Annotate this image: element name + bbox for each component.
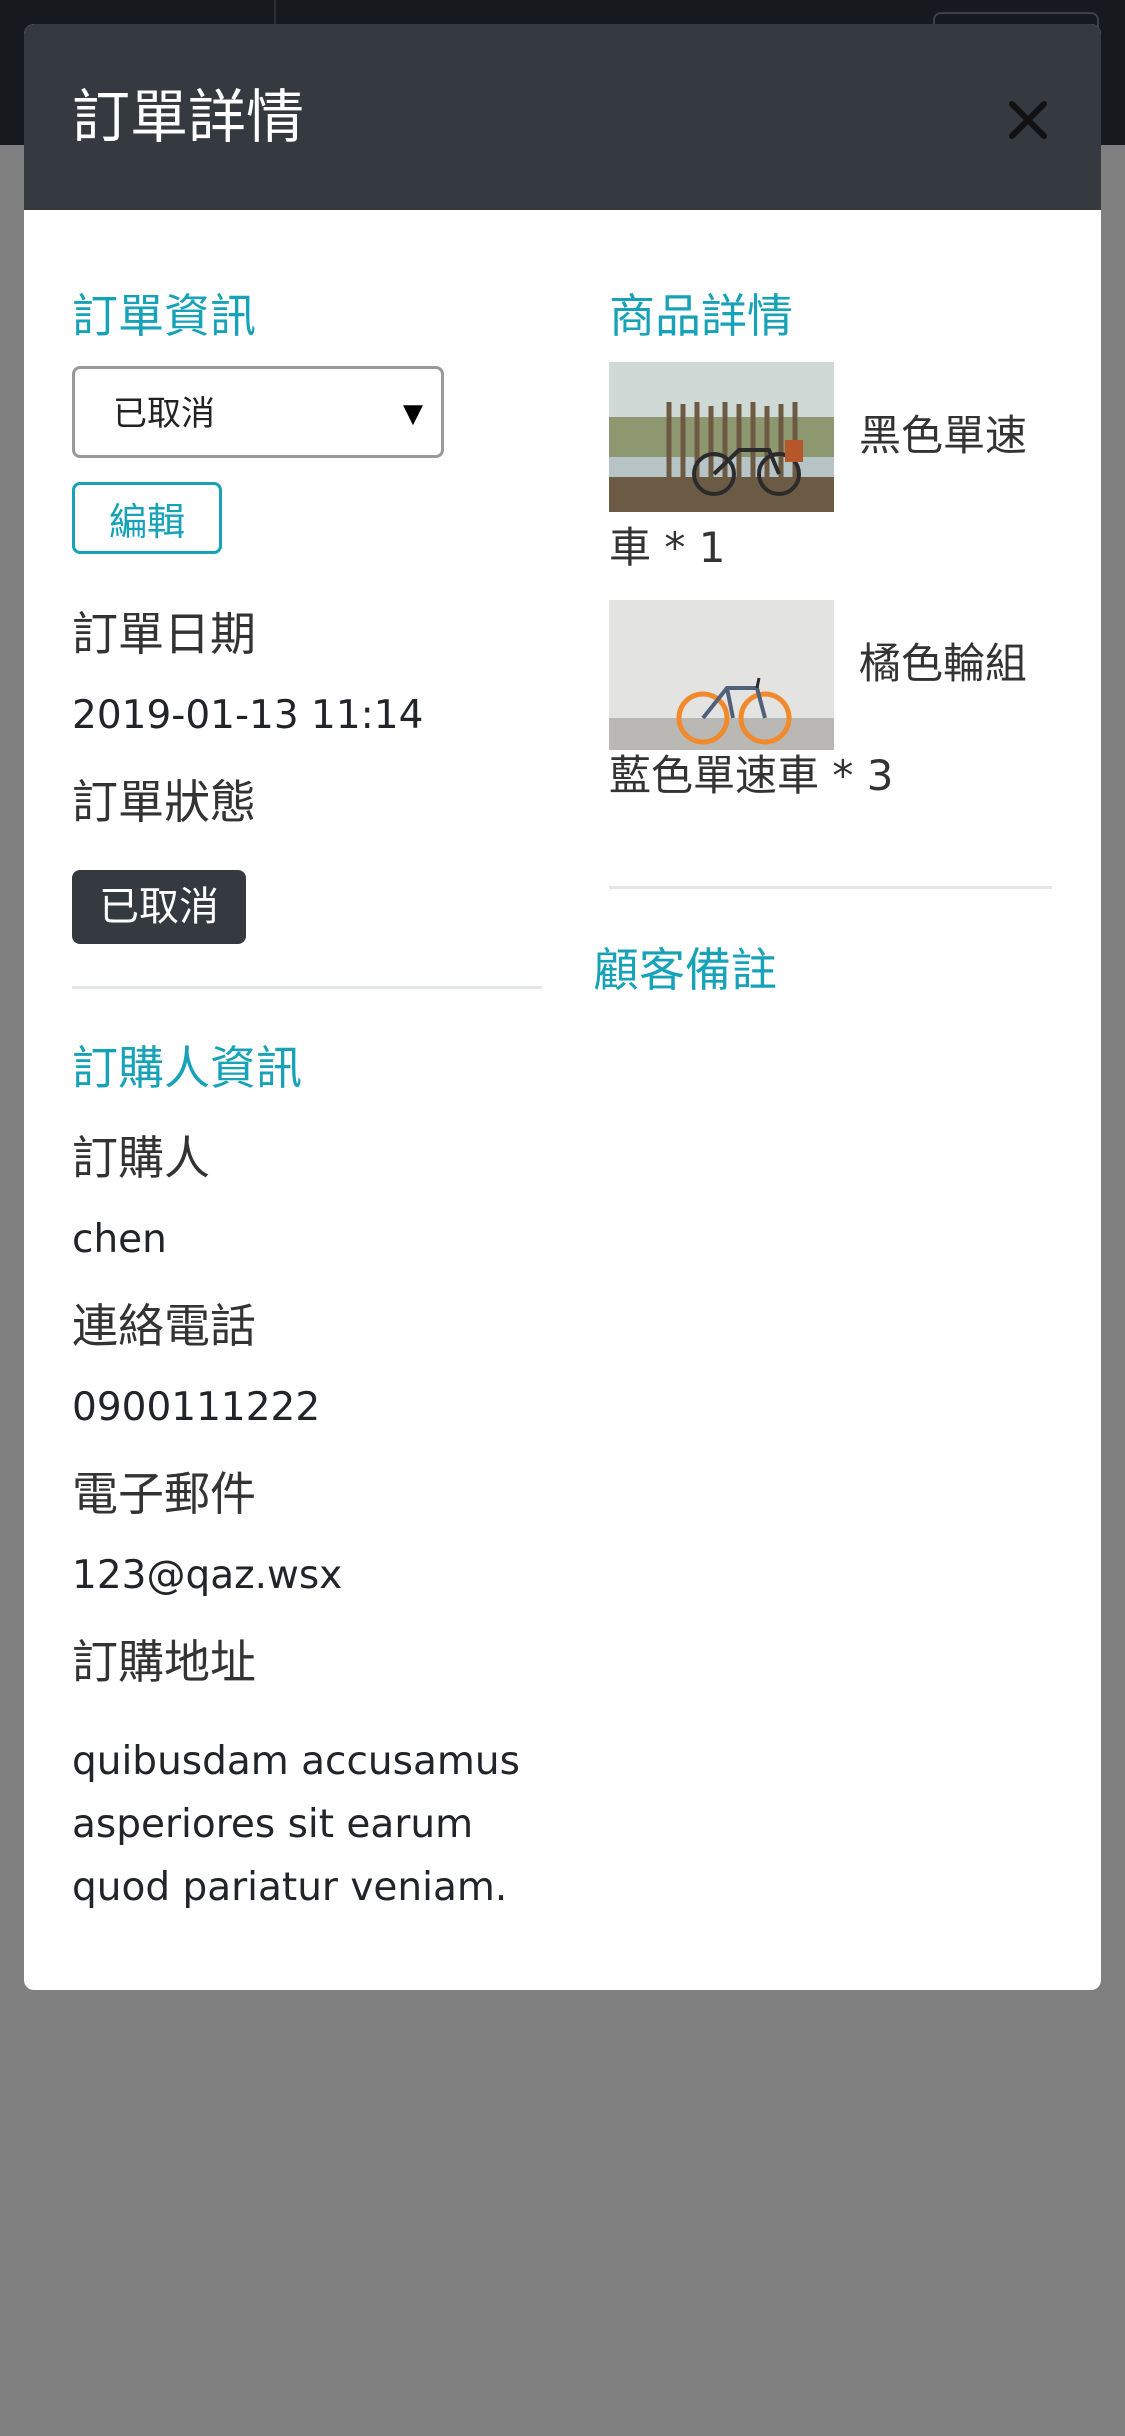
customer-notes-title: 顧客備註: [593, 943, 777, 997]
products-title: 商品詳情: [609, 289, 793, 343]
left-divider: [72, 986, 542, 989]
buyer-info-title: 訂購人資訊: [72, 1041, 302, 1095]
modal-title: 訂單詳情: [72, 83, 305, 151]
right-divider: [609, 886, 1052, 889]
close-icon: [1009, 101, 1047, 139]
order-status-label: 訂單狀態: [72, 775, 256, 829]
buyer-value: chen: [72, 1217, 167, 1262]
order-date-value: 2019-01-13 11:14: [72, 693, 424, 738]
order-status-select[interactable]: 已取消 ▼: [72, 366, 444, 458]
order-info-title: 訂單資訊: [72, 289, 256, 343]
product-1-name-line1: 黑色單速: [859, 411, 1028, 460]
product-image-orange-wheel-bike: [609, 600, 834, 750]
email-value: 123@qaz.wsx: [72, 1553, 343, 1598]
dropdown-arrow-icon: ▼: [403, 399, 423, 429]
phone-value: 0900111222: [72, 1385, 321, 1430]
address-label: 訂購地址: [72, 1635, 256, 1689]
address-value: quibusdam accusamus asperiores sit earum…: [72, 1739, 520, 1910]
order-date-label: 訂單日期: [72, 607, 256, 661]
product-2-name-line2: 藍色單速車 * 3: [609, 751, 894, 800]
order-status-select-value: 已取消: [113, 394, 215, 434]
status-badge: 已取消: [72, 870, 246, 944]
product-1-name-line2: 車 * 1: [609, 523, 726, 572]
phone-label: 連絡電話: [72, 1299, 256, 1353]
product-2-name-line1: 橘色輪組: [859, 639, 1028, 688]
buyer-label: 訂購人: [72, 1131, 210, 1185]
modal-header: 訂單詳情: [24, 24, 1101, 210]
order-detail-modal: 訂單詳情 訂單資訊 已取消 ▼ 編輯 訂單日期 2019-01-13 11:14…: [24, 24, 1101, 1990]
close-button[interactable]: [1000, 92, 1056, 148]
email-label: 電子郵件: [72, 1467, 256, 1521]
edit-button[interactable]: 編輯: [72, 482, 222, 554]
product-image-black-bike: [609, 362, 834, 512]
